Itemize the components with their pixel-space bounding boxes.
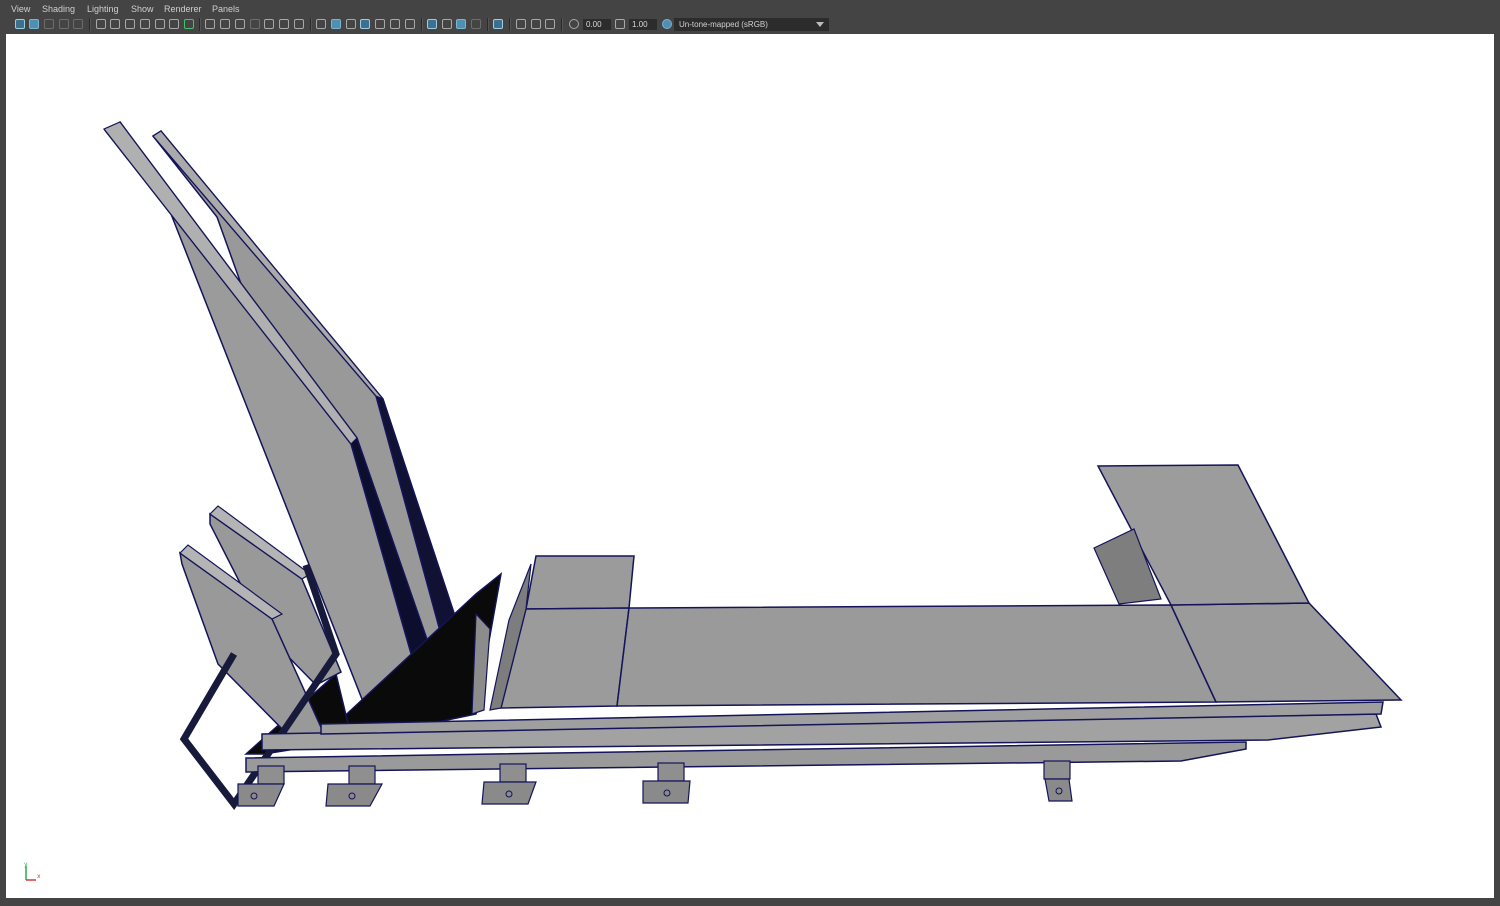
depth-of-field-icon[interactable] <box>471 19 481 29</box>
safe-title-overlay-icon[interactable] <box>294 19 304 29</box>
motion-blur-icon[interactable] <box>442 19 452 29</box>
screen-space-ao-icon[interactable] <box>427 19 437 29</box>
y-axis-label: y <box>24 862 28 868</box>
panel-menubar: View Shading Lighting Show Renderer Pane… <box>0 0 1500 18</box>
toolbar-separator <box>487 18 489 31</box>
wireframe-on-shaded-icon[interactable] <box>360 19 370 29</box>
exposure-icon[interactable] <box>569 19 579 29</box>
view-transform-label: Un-tone-mapped (sRGB) <box>679 20 768 29</box>
resolution-overlay-icon[interactable] <box>235 19 245 29</box>
grease-pencil-icon[interactable] <box>73 19 83 29</box>
wireframe-icon[interactable] <box>316 19 326 29</box>
menu-renderer[interactable]: Renderer <box>164 4 202 14</box>
3d-viewport[interactable]: y x <box>6 34 1494 898</box>
x-axis-label: x <box>37 873 41 880</box>
image-plane-icon[interactable] <box>59 19 69 29</box>
exposure-field[interactable]: 0.00 <box>583 19 611 30</box>
bracket-3 <box>481 763 537 805</box>
safe-title-icon[interactable] <box>184 19 194 29</box>
menu-shading[interactable]: Shading <box>42 4 75 14</box>
deck-tile-small-a <box>525 555 635 610</box>
resolution-gate-icon[interactable] <box>125 19 135 29</box>
camera-attributes-icon[interactable] <box>29 19 39 29</box>
camera-icon[interactable] <box>96 19 106 29</box>
bracket-4 <box>642 762 691 804</box>
toolbar-separator <box>199 18 201 31</box>
default-material-icon[interactable] <box>346 19 356 29</box>
isolate-select-icon[interactable] <box>493 19 503 29</box>
anti-aliasing-icon[interactable] <box>456 19 466 29</box>
chevron-down-icon <box>816 22 824 27</box>
safe-action-icon[interactable] <box>169 19 179 29</box>
select-camera-icon[interactable] <box>15 19 25 29</box>
bookmark-icon[interactable] <box>44 19 54 29</box>
toolbar-separator <box>421 18 423 31</box>
menu-show[interactable]: Show <box>131 4 154 14</box>
film-gate-overlay-icon[interactable] <box>220 19 230 29</box>
toolbar-separator <box>509 18 511 31</box>
tall-panel-front-top <box>103 121 358 445</box>
toolbar-separator <box>89 18 91 31</box>
view-transform-dropdown[interactable]: Un-tone-mapped (sRGB) <box>674 18 829 31</box>
gate-mask-icon[interactable] <box>140 19 150 29</box>
bracket-2 <box>325 765 384 807</box>
field-chart-icon[interactable] <box>155 19 165 29</box>
menu-view[interactable]: View <box>11 4 30 14</box>
toolbar-separator <box>561 18 563 31</box>
gamma-field[interactable]: 1.00 <box>629 19 657 30</box>
use-all-lights-icon[interactable] <box>390 19 400 29</box>
textured-icon[interactable] <box>375 19 385 29</box>
shadows-icon[interactable] <box>405 19 415 29</box>
safe-action-overlay-icon[interactable] <box>279 19 289 29</box>
field-overlay-icon[interactable] <box>264 19 274 29</box>
xray-active-icon[interactable] <box>531 19 541 29</box>
gamma-icon[interactable] <box>615 19 625 29</box>
bracket-5 <box>1043 760 1073 802</box>
xray-icon[interactable] <box>516 19 526 29</box>
grid-icon[interactable] <box>205 19 215 29</box>
scene-render <box>103 120 1403 810</box>
gate-shade-icon[interactable] <box>250 19 260 29</box>
color-management-icon[interactable] <box>662 19 672 29</box>
deck-main-slab <box>616 604 1218 707</box>
smooth-shade-icon[interactable] <box>331 19 341 29</box>
xray-joints-icon[interactable] <box>545 19 555 29</box>
bracket-1 <box>237 765 285 807</box>
menu-panels[interactable]: Panels <box>212 4 240 14</box>
axis-gizmo: y x <box>24 862 41 881</box>
toolbar-separator <box>310 18 312 31</box>
menu-lighting[interactable]: Lighting <box>87 4 119 14</box>
film-gate-icon[interactable] <box>110 19 120 29</box>
